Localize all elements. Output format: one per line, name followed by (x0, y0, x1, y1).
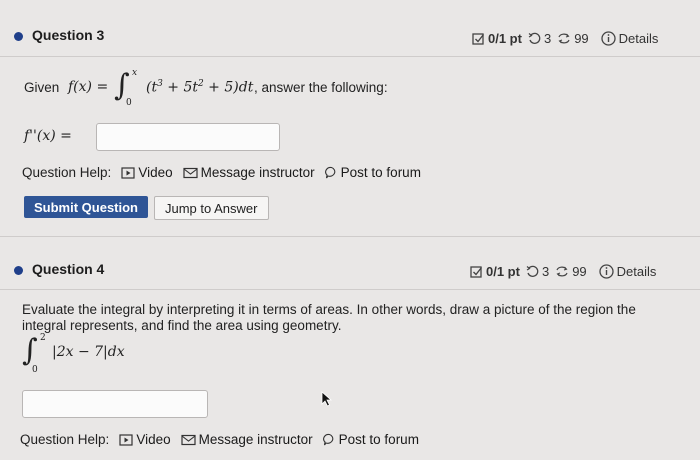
info-icon (599, 264, 614, 279)
q4-integrand: |2x − 7|dx (52, 344, 125, 360)
retry-icon (558, 33, 570, 44)
info-icon (601, 31, 616, 46)
video-icon (119, 433, 133, 446)
points-indicator: 0/1 pt (472, 31, 522, 46)
q3-answer-label: f''(x) = (24, 128, 72, 144)
tries-indicator: 3 (526, 264, 549, 279)
details-link[interactable]: Details (599, 264, 656, 279)
retry-icon (556, 266, 568, 277)
speech-bubble-icon (324, 166, 335, 179)
q3-integral-sign: ∫ (114, 68, 130, 103)
q3-message-instructor-link[interactable]: Message instructor (183, 165, 315, 180)
q3-video-link[interactable]: Video (121, 165, 173, 180)
undo-icon (528, 32, 541, 44)
q3-post-to-forum-link[interactable]: Post to forum (324, 165, 421, 180)
question-3-meta: 0/1 pt 3 99 Details (472, 31, 658, 46)
mouse-cursor-icon (321, 391, 333, 407)
question-4-title: Question 4 (32, 261, 105, 277)
question-4-meta: 0/1 pt 3 99 Details (470, 264, 656, 279)
checkbox-icon (470, 266, 483, 278)
q3-upper-limit: x (132, 68, 138, 78)
jump-to-answer-button[interactable]: Jump to Answer (154, 196, 269, 220)
retries-indicator: 99 (557, 31, 589, 46)
undo-icon (526, 265, 539, 277)
question-3-bullet-icon (14, 32, 23, 41)
q4-prompt-line-1: Evaluate the integral by interpreting it… (22, 302, 636, 317)
q3-answer-input[interactable] (96, 123, 280, 151)
envelope-icon (183, 167, 198, 178)
retries-indicator: 99 (555, 264, 587, 279)
question-4-bullet-icon (14, 266, 23, 275)
q4-prompt-line-2: integral represents, and find the area u… (22, 318, 342, 333)
q4-lower-limit: 0 (32, 365, 38, 375)
q4-post-to-forum-link[interactable]: Post to forum (322, 432, 419, 447)
checkbox-icon (472, 33, 485, 45)
q4-upper-limit: 2 (40, 333, 46, 343)
q4-video-link[interactable]: Video (119, 432, 171, 447)
details-link[interactable]: Details (601, 31, 658, 46)
points-indicator: 0/1 pt (470, 264, 520, 279)
q3-function-lhs: f(x) = (68, 79, 109, 95)
q3-question-help: Question Help: Video Message instructor … (22, 165, 421, 180)
q3-lower-limit: 0 (126, 98, 132, 108)
submit-question-button[interactable]: Submit Question (24, 196, 148, 218)
q4-integral-sign: ∫ (22, 333, 38, 368)
q3-prompt-suffix: , answer the following: (254, 80, 388, 95)
question-3-divider (0, 56, 700, 57)
section-divider (0, 236, 700, 237)
video-icon (121, 166, 135, 179)
question-4-divider (0, 289, 700, 290)
question-3-prompt: Given (24, 80, 60, 95)
q4-message-instructor-link[interactable]: Message instructor (181, 432, 313, 447)
q4-answer-input[interactable] (22, 390, 208, 418)
q3-integrand: (t3 + 5t2 + 5)dt (146, 79, 254, 96)
question-3-title: Question 3 (32, 27, 105, 43)
envelope-icon (181, 434, 196, 445)
speech-bubble-icon (322, 433, 333, 446)
tries-indicator: 3 (528, 31, 551, 46)
q4-question-help: Question Help: Video Message instructor … (20, 432, 419, 447)
